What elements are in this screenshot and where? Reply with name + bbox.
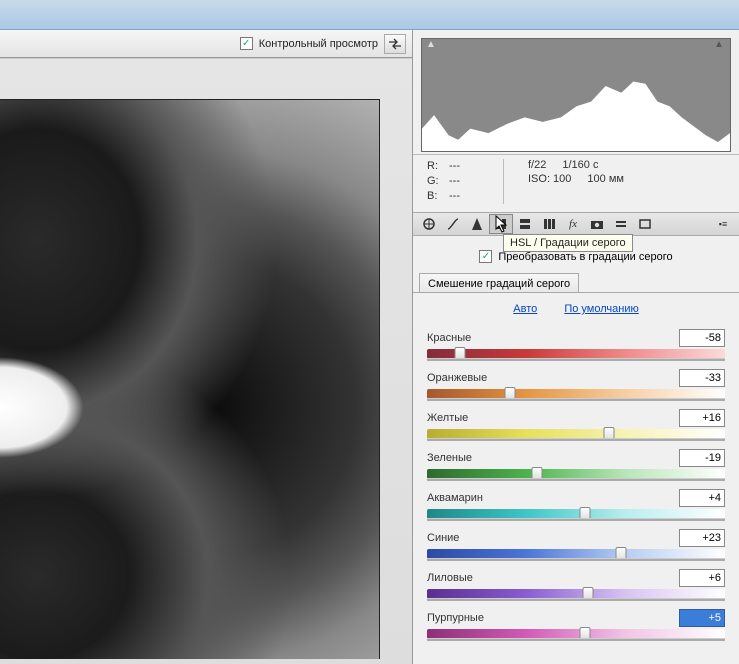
preview-checkbox-label: Контрольный просмотр [259,38,378,50]
info-divider [503,159,504,204]
iso-value: ISO: 100 [528,173,571,185]
slider-value-input[interactable] [679,569,725,587]
convert-grayscale-label: Преобразовать в градации серого [498,251,672,263]
info-readout: R:--- G:--- B:--- f/22 1/160 c ISO: 100 10… [413,154,739,212]
cursor-icon [495,215,511,235]
slider-thumb[interactable] [582,587,593,601]
slider-blue: Синие [427,529,725,559]
slider-track[interactable] [427,469,725,479]
g-value: --- [449,174,471,189]
slider-label: Зеленые [427,452,472,464]
slider-purple: Лиловые [427,569,725,599]
r-value: --- [449,159,471,174]
slider-track[interactable] [427,349,725,359]
sliders-container: Красные Оранжевые Желтые Зеленые Аквамарин Си… [427,329,725,639]
basic-panel-icon[interactable] [417,214,441,234]
preview-photo [0,99,380,659]
tab-grayscale-mix[interactable]: Смешение градаций серого [419,273,579,293]
fx-panel-icon[interactable]: fx [561,214,585,234]
shutter-value: 1/160 c [562,159,598,171]
slider-value-input[interactable] [679,369,725,387]
slider-thumb[interactable] [579,627,590,641]
slider-label: Оранжевые [427,372,487,384]
auto-link[interactable]: Авто [513,303,537,315]
window-titlebar [0,0,739,30]
slider-track[interactable] [427,509,725,519]
slider-label: Пурпурные [427,612,484,624]
slider-orange: Оранжевые [427,369,725,399]
slider-label: Синие [427,532,459,544]
slider-thumb[interactable] [603,427,614,441]
exif-readout: f/22 1/160 c ISO: 100 100 мм [514,159,739,204]
slider-thumb[interactable] [505,387,516,401]
preview-column: ✓ Контрольный просмотр [0,30,413,664]
presets-panel-icon[interactable] [609,214,633,234]
slider-value-input[interactable] [679,329,725,347]
main-area: ✓ Контрольный просмотр ▲ ▲ R:-- [0,30,739,664]
panel-tooltip: HSL / Градации серого [503,234,633,252]
slider-value-input[interactable] [679,489,725,507]
b-value: --- [449,189,471,204]
histogram-panel: ▲ ▲ [413,30,739,154]
slider-magenta: Пурпурные [427,609,725,639]
detail-panel-icon[interactable] [465,214,489,234]
focal-value: 100 мм [587,173,624,185]
slider-value-input[interactable] [679,609,725,627]
histogram[interactable]: ▲ ▲ [421,38,731,152]
aperture-value: f/22 [528,159,546,171]
panel-menu-icon[interactable]: ▪≡ [711,214,735,234]
slider-track[interactable] [427,549,725,559]
slider-green: Зеленые [427,449,725,479]
slider-red: Красные [427,329,725,359]
preview-toolbar: ✓ Контрольный просмотр [0,30,412,58]
toggle-view-button[interactable] [384,34,406,54]
slider-track[interactable] [427,389,725,399]
histogram-chart [422,39,730,151]
slider-thumb[interactable] [532,467,543,481]
slider-thumb[interactable] [579,507,590,521]
rgb-readout: R:--- G:--- B:--- [413,159,493,204]
controls-column: ▲ ▲ R:--- G:--- B:--- f/22 1/160 c ISO: 1… [413,30,739,664]
slider-yellow: Желтые [427,409,725,439]
slider-label: Аквамарин [427,492,483,504]
slider-thumb[interactable] [454,347,465,361]
preview-checkbox[interactable]: ✓ [240,37,253,50]
lens-panel-icon[interactable] [537,214,561,234]
snapshots-panel-icon[interactable] [633,214,657,234]
grayscale-mix-panel: Авто По умолчанию Красные Оранжевые Желтые… [413,292,739,657]
default-link[interactable]: По умолчанию [564,303,638,315]
curve-panel-icon[interactable] [441,214,465,234]
slider-label: Желтые [427,412,468,424]
convert-grayscale-checkbox[interactable]: ✓ [479,250,492,263]
slider-label: Лиловые [427,572,473,584]
slider-track[interactable] [427,589,725,599]
image-preview[interactable] [0,58,412,664]
slider-value-input[interactable] [679,449,725,467]
g-label: G: [427,174,449,189]
camera-panel-icon[interactable] [585,214,609,234]
slider-value-input[interactable] [679,409,725,427]
slider-value-input[interactable] [679,529,725,547]
panel-tabs-strip: fx ▪≡ HSL / Градации серого [413,212,739,236]
preset-links: Авто По умолчанию [427,303,725,325]
swap-icon [388,38,402,50]
r-label: R: [427,159,449,174]
slider-aqua: Аквамарин [427,489,725,519]
split-panel-icon[interactable] [513,214,537,234]
slider-track[interactable] [427,629,725,639]
tab-row: Смешение градаций серого [413,273,739,293]
b-label: B: [427,189,449,204]
slider-track[interactable] [427,429,725,439]
slider-thumb[interactable] [615,547,626,561]
slider-label: Красные [427,332,471,344]
